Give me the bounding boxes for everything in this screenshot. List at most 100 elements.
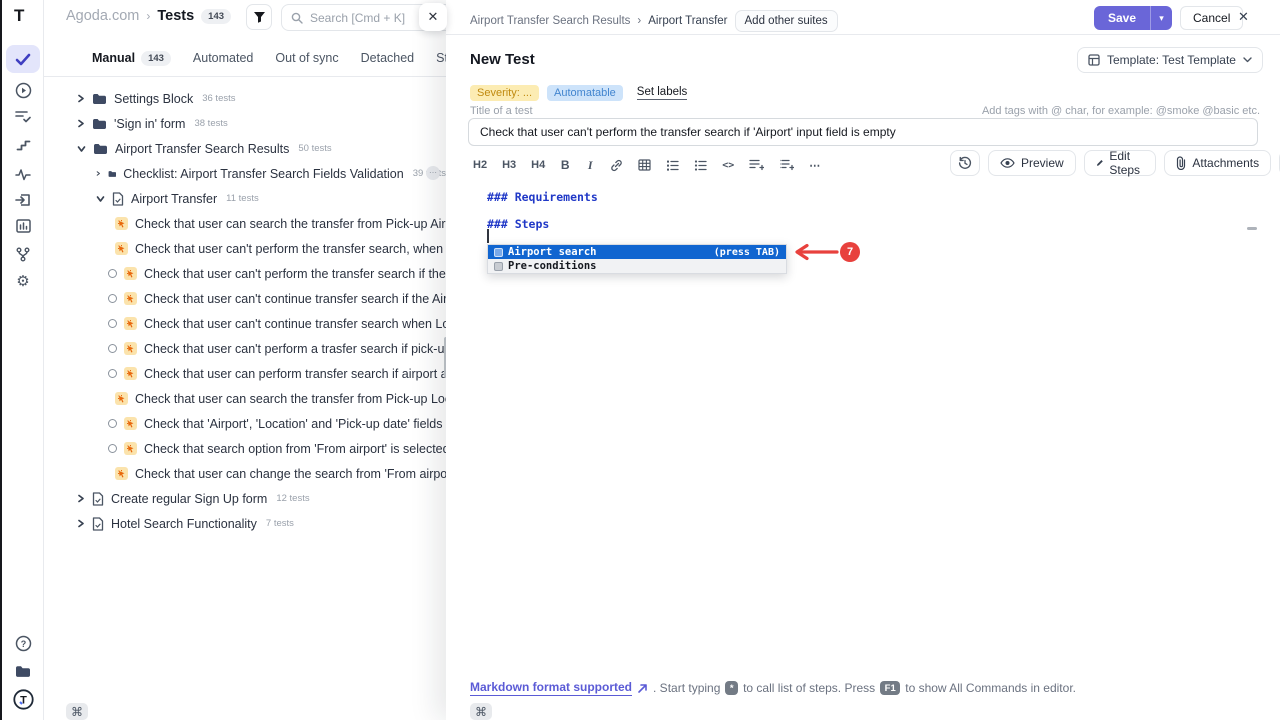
add-other-suites-button[interactable]: Add other suites	[735, 10, 838, 32]
chevron-right-icon[interactable]	[96, 169, 101, 178]
rail-analytics-button[interactable]	[6, 161, 40, 187]
h4-button[interactable]: H4	[528, 155, 548, 175]
automatable-badge[interactable]: Automatable	[547, 85, 623, 101]
tab-manual[interactable]: Manual143	[92, 51, 171, 66]
panel-close-button[interactable]: ✕	[419, 3, 447, 31]
suite-label: Checklist: Airport Transfer Search Field…	[123, 167, 403, 181]
rail-plans-button[interactable]	[6, 103, 40, 129]
rail-brand-button[interactable]: T	[6, 686, 40, 712]
test-row[interactable]: Check that user can't continue transfer …	[44, 286, 446, 311]
breadcrumb-suite[interactable]: Airport Transfer Search Results	[470, 15, 630, 27]
suite-row[interactable]: Airport Transfer 11 tests	[44, 186, 446, 211]
bold-button[interactable]: B	[557, 155, 573, 175]
markdown-help-link[interactable]: Markdown format supported	[470, 680, 632, 696]
tab-detached[interactable]: Detached	[361, 51, 415, 65]
rail-settings-button[interactable]: ⚙	[6, 268, 40, 294]
rail-reports-button[interactable]	[6, 213, 40, 239]
code-button[interactable]: <>	[719, 155, 737, 175]
editor-scrollbar[interactable]	[1247, 227, 1257, 230]
bullet-list-button[interactable]	[691, 155, 710, 175]
md-heading-steps: ### Steps	[487, 217, 549, 231]
folder-icon	[15, 665, 31, 678]
add-numbered-step-list-button[interactable]	[776, 155, 797, 175]
rail-help-button[interactable]: ?	[6, 630, 40, 656]
edit-steps-button[interactable]: Edit Steps	[1084, 150, 1157, 176]
test-row[interactable]: Check that user can't perform a trasfer …	[44, 336, 446, 361]
suite-row[interactable]: Create regular Sign Up form 12 tests	[44, 486, 446, 511]
filter-button[interactable]	[246, 4, 272, 30]
save-button[interactable]: Save	[1094, 6, 1150, 30]
eye-icon	[1000, 158, 1015, 168]
rail-steps-button[interactable]	[6, 131, 40, 157]
app-logo[interactable]: T	[14, 6, 23, 26]
file-icon	[92, 492, 104, 506]
ordered-list-button[interactable]	[663, 155, 682, 175]
cancel-button[interactable]: Cancel	[1180, 6, 1243, 30]
test-row[interactable]: Check that user can't perform the transf…	[44, 261, 446, 286]
circle-icon	[108, 344, 117, 353]
test-row[interactable]: Check that user can search the transfer …	[44, 386, 446, 411]
more-format-button[interactable]: ⋯	[806, 155, 823, 175]
editor-close-button[interactable]: ✕	[1238, 9, 1249, 25]
rail-runs-button[interactable]	[6, 77, 40, 103]
suite-row[interactable]: Airport Transfer Search Results 50 tests	[44, 136, 446, 161]
autocomplete-option-airport-search[interactable]: Airport search (press TAB)	[488, 245, 786, 259]
autocomplete-option-pre-conditions[interactable]: Pre-conditions	[488, 259, 786, 273]
chevron-right-icon[interactable]	[77, 94, 85, 103]
suite-row[interactable]: Settings Block 36 tests	[44, 86, 446, 111]
suite-row[interactable]: Checklist: Airport Transfer Search Field…	[44, 161, 446, 186]
suite-label: Settings Block	[114, 92, 193, 106]
tab-out-of-sync[interactable]: Out of sync	[275, 51, 338, 65]
manual-test-icon	[115, 392, 128, 405]
add-step-list-button[interactable]	[746, 155, 767, 175]
breadcrumb-subsuite[interactable]: Airport Transfer	[648, 15, 727, 27]
tests-count-badge: 143	[201, 9, 231, 24]
severity-badge[interactable]: Severity: ...	[470, 85, 539, 101]
circle-icon	[108, 319, 117, 328]
command-shortcut-badge[interactable]: ⌘	[66, 703, 88, 720]
save-dropdown-button[interactable]: ▾	[1150, 6, 1172, 30]
history-button[interactable]	[950, 150, 980, 176]
rail-tests-button[interactable]	[6, 45, 40, 73]
test-label: Check that 'Airport', 'Location' and 'Pi…	[144, 417, 446, 431]
test-title-input[interactable]: Check that user can't perform the transf…	[468, 118, 1258, 146]
folder-icon	[92, 93, 107, 105]
h2-button[interactable]: H2	[470, 155, 490, 175]
save-split-button[interactable]: Save ▾	[1094, 6, 1172, 30]
suite-row[interactable]: Hotel Search Functionality 7 tests	[44, 511, 446, 536]
reports-chart-icon	[16, 219, 31, 233]
preview-button[interactable]: Preview	[988, 150, 1076, 176]
rail-import-button[interactable]	[6, 187, 40, 213]
test-row[interactable]: Check that user can perform transfer sea…	[44, 361, 446, 386]
test-label: Check that user can't perform the transf…	[144, 267, 446, 281]
test-row[interactable]: Check that user can't continue transfer …	[44, 311, 446, 336]
link-button[interactable]	[607, 155, 626, 175]
project-name[interactable]: Agoda.com	[66, 8, 139, 24]
chevron-right-icon[interactable]	[77, 519, 85, 528]
test-suite-tree: Settings Block 36 tests 'Sign in' form 3…	[44, 86, 446, 536]
circle-icon	[108, 269, 117, 278]
rail-archive-button[interactable]	[6, 658, 40, 684]
test-row[interactable]: Check that user can't perform the transf…	[44, 236, 446, 261]
test-row[interactable]: Check that user can search the transfer …	[44, 211, 446, 236]
chevron-down-icon[interactable]	[77, 145, 86, 153]
test-row[interactable]: Check that 'Airport', 'Location' and 'Pi…	[44, 411, 446, 436]
italic-button[interactable]: I	[582, 155, 598, 175]
suite-row[interactable]: 'Sign in' form 38 tests	[44, 111, 446, 136]
table-button[interactable]	[635, 155, 654, 175]
h3-button[interactable]: H3	[499, 155, 519, 175]
rail-branch-button[interactable]	[6, 241, 40, 267]
test-row[interactable]: Check that user can change the search fr…	[44, 461, 446, 486]
chevron-down-icon[interactable]	[96, 195, 105, 203]
tab-automated[interactable]: Automated	[193, 51, 253, 65]
footer-text: . Start typing	[653, 681, 720, 695]
command-shortcut-badge[interactable]: ⌘	[470, 703, 492, 720]
chevron-right-icon[interactable]	[77, 494, 85, 503]
title-field-label: Title of a test	[470, 105, 533, 117]
test-row[interactable]: Check that search option from 'From airp…	[44, 436, 446, 461]
attachments-button[interactable]: Attachments	[1164, 150, 1271, 176]
chevron-right-icon[interactable]	[77, 119, 85, 128]
template-select[interactable]: Template: Test Template	[1077, 47, 1263, 73]
set-labels-link[interactable]: Set labels	[637, 86, 688, 100]
row-more-button[interactable]: ⋯	[426, 166, 440, 180]
